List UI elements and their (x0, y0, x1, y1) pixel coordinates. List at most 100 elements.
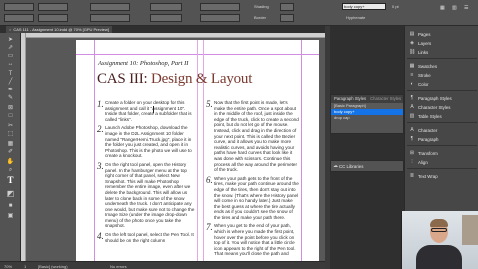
grid-icon[interactable]: ▦ (440, 5, 445, 11)
note-tool-icon[interactable]: ✐ (5, 149, 16, 155)
panel-item-paragraph-styles[interactable]: ¶ Paragraph Styles (409, 94, 452, 102)
step-text: On the left tool panel, select the Pen T… (105, 232, 194, 243)
panel-item-label: Text Wrap (418, 173, 438, 179)
scissors-tool-icon[interactable]: ✂ (5, 123, 16, 129)
panel-item-label: Paragraph (418, 136, 439, 142)
zoom-level[interactable]: 70% (4, 264, 12, 269)
panel-item-label: Character (418, 127, 438, 133)
step-text: Create a folder on your desktop for this… (105, 100, 192, 122)
panel-item-layers[interactable]: ◈ Layers (409, 39, 431, 47)
document-tab[interactable]: × CAS 111 - Assignment 10.indd @ 70% [GPU… (6, 26, 112, 33)
zoom-tool-icon[interactable]: ⌕ (5, 167, 16, 173)
menu-icon[interactable]: ☰ (464, 5, 468, 11)
apply-color-icon[interactable]: ■ (5, 203, 16, 209)
text-cursor (153, 106, 154, 113)
align-icon: ⫶ (411, 159, 413, 165)
page-tool-icon[interactable]: ▭ (5, 53, 16, 59)
margin-guide-left (94, 40, 95, 262)
step-number: 2. (97, 124, 104, 135)
free-transform-icon[interactable]: ⬚ (5, 131, 16, 137)
transform-icon: ⊞ (409, 150, 415, 156)
pen-tool-icon[interactable]: ✒ (5, 87, 16, 93)
style-row-drop-cap[interactable]: drop cap (331, 115, 403, 121)
panel-item-paragraph[interactable]: ¶ Paragraph (409, 135, 439, 143)
webcam-overlay (401, 211, 478, 269)
control-field-2[interactable] (38, 3, 68, 11)
panel-item-character-styles[interactable]: A Character Styles (409, 103, 450, 111)
panel-item-label: Stroke (418, 72, 431, 78)
gradient-tool-icon[interactable]: ▦ (5, 141, 16, 147)
tab-paragraph-styles[interactable]: Paragraph Styles (334, 96, 366, 101)
indent-fields[interactable] (200, 14, 240, 22)
text-column-left[interactable]: 1. Create a folder on your desktop for th… (97, 100, 195, 246)
size-field[interactable] (150, 3, 182, 11)
paragraph-style-field[interactable]: body copy+ (342, 3, 386, 10)
close-tab-icon[interactable]: × (9, 27, 11, 32)
leading-field[interactable] (150, 14, 182, 22)
page-number[interactable]: 1 (24, 264, 26, 269)
tab-character-styles[interactable]: Character Styles (370, 96, 401, 101)
instruction-step: 5. Now that the first point is made, let'… (206, 100, 300, 173)
border-swatch[interactable] (280, 14, 294, 22)
instruction-step: 4. On the left tool panel, select the Pen… (97, 232, 195, 243)
panel-separator (407, 90, 477, 91)
panel-item-label: Table Styles (418, 113, 442, 119)
line-tool-icon[interactable]: ╱ (5, 79, 16, 85)
control-field-3[interactable] (4, 14, 34, 22)
type-tool-icon[interactable]: T (5, 71, 16, 77)
panel-item-character[interactable]: A Character (409, 126, 437, 134)
links-icon: ⛓ (409, 49, 416, 55)
panel-item-color[interactable]: ◐ Color (409, 80, 428, 88)
font-field[interactable] (90, 3, 130, 11)
panel-item-pages[interactable]: ▤ Pages (409, 30, 431, 38)
border-label: Border (254, 15, 267, 20)
table-styles-icon: ▥ (409, 113, 415, 119)
cc-libraries-label: CC Libraries (339, 164, 364, 169)
step-text: On the right tool panel, open the Histor… (105, 161, 195, 229)
step-number: 1. (97, 99, 104, 109)
text-column-right[interactable]: 5. Now that the first point is made, let'… (206, 100, 300, 260)
panel-item-stroke[interactable]: ≡ Stroke (409, 71, 431, 79)
screen-mode-icon[interactable]: ▣ (5, 213, 16, 219)
hand-tool-icon[interactable]: ✋ (5, 159, 16, 165)
panel-item-text-wrap[interactable]: ≣ Text Wrap (409, 172, 438, 180)
panel-item-label: Swatches (418, 63, 438, 69)
panel-item-label: Links (418, 49, 429, 55)
rectangle-tool-icon[interactable]: □ (5, 113, 16, 119)
shading-swatch[interactable] (280, 3, 294, 11)
font-style-field[interactable] (90, 14, 130, 22)
pencil-tool-icon[interactable]: ✎ (5, 95, 16, 101)
paragraph-icon: ¶ (410, 136, 414, 142)
formatting-text-icon[interactable]: T (5, 176, 16, 187)
rectangle-frame-icon[interactable]: ⊠ (5, 105, 16, 111)
align-buttons[interactable] (200, 3, 240, 11)
panel-item-links[interactable]: ⛓ Links (409, 48, 428, 56)
page-title: CAS III: Design & Layout (97, 71, 252, 88)
step-number: 4. (97, 231, 104, 242)
panel-item-align[interactable]: ⫶ Align (409, 158, 427, 166)
character-icon: A (410, 127, 414, 133)
working-style[interactable]: [Basic] (working) (38, 264, 68, 269)
title-prefix: CAS III: (97, 71, 148, 87)
selection-tool-icon[interactable]: ➤ (5, 37, 16, 43)
direct-selection-icon[interactable]: ⇗ (5, 45, 16, 51)
panel-item-swatches[interactable]: ▦ Swatches (409, 62, 437, 70)
columns-icon[interactable]: ▥ (452, 5, 457, 11)
document-page[interactable]: Assignment 10: Photoshop, Part II CAS II… (76, 40, 319, 262)
presenter-hair (430, 219, 448, 227)
layers-icon: ◈ (410, 40, 414, 46)
indesign-window: Shading Border body copy+ Hyphenate 0 pt… (0, 0, 478, 269)
control-field-4[interactable] (38, 14, 68, 22)
stroke-icon: ≡ (410, 72, 414, 78)
step-text: When your path gets to the front of the … (214, 175, 299, 220)
panel-header: Paragraph Styles Character Styles (331, 95, 403, 103)
panel-item-transform[interactable]: ⊞ Transform (409, 149, 438, 157)
control-field-1[interactable] (4, 3, 34, 11)
cc-libraries-panel[interactable]: ☁ CC Libraries (330, 160, 404, 172)
panel-item-label: Pages (418, 31, 431, 37)
error-status: No errors (110, 263, 127, 269)
fill-stroke-icon[interactable]: ◩ (5, 190, 16, 198)
panel-item-table-styles[interactable]: ▥ Table Styles (409, 112, 442, 120)
document-tab-title: CAS 111 - Assignment 10.indd @ 70% [GPU … (13, 27, 109, 32)
gap-tool-icon[interactable]: ↔ (5, 61, 16, 67)
